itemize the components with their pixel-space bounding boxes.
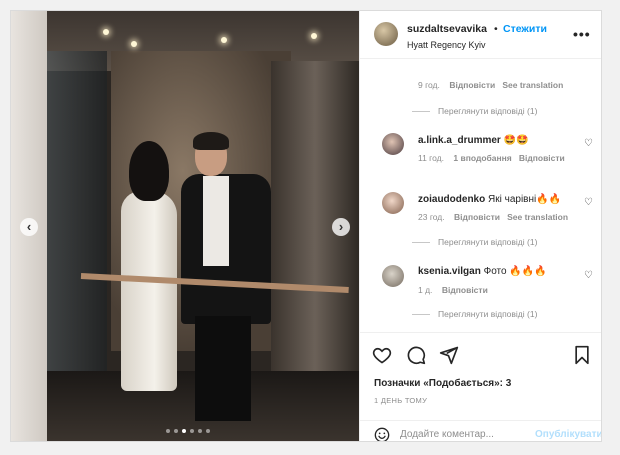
man-hair — [193, 132, 229, 150]
woman-dress — [121, 191, 177, 391]
view-replies-button[interactable]: Переглянути відповіді (1) — [412, 309, 537, 319]
post-photo[interactable]: ‹ › — [11, 11, 359, 441]
reply-button[interactable]: Відповісти — [519, 153, 565, 163]
reply-button[interactable]: Відповісти — [449, 80, 495, 90]
avatar[interactable] — [374, 22, 398, 46]
reply-button[interactable]: Відповісти — [454, 212, 500, 222]
comment-username[interactable]: a.link.a_drummer — [418, 135, 501, 146]
view-replies-label: Переглянути відповіді (1) — [438, 237, 538, 247]
comment-icon[interactable] — [406, 345, 426, 365]
reply-button[interactable]: Відповісти — [442, 285, 488, 295]
ceiling-light — [103, 29, 109, 35]
comment-meta: 23 год. Відповісти See translation — [418, 212, 568, 222]
man-shirt — [203, 176, 229, 266]
carousel-dot-active — [182, 429, 186, 433]
ceiling-light — [221, 37, 227, 43]
post-modal: ‹ › suzdaltsevavika • Стежити Hyatt Rege… — [10, 10, 602, 442]
carousel-dot — [198, 429, 202, 433]
woman-hair — [129, 141, 169, 201]
view-replies-label: Переглянути відповіді (1) — [438, 106, 538, 116]
avatar[interactable] — [382, 265, 404, 287]
likes-count[interactable]: Позначки «Подобається»: 3 — [374, 378, 511, 389]
post-sidebar: suzdaltsevavika • Стежити Hyatt Regency … — [359, 11, 601, 442]
comment-meta: 1 д. Відповісти — [418, 285, 488, 295]
comment-time: 23 год. — [418, 212, 445, 222]
paper-plane-icon[interactable] — [439, 345, 459, 365]
heart-icon[interactable] — [372, 345, 392, 365]
comment-time: 9 год. — [418, 80, 440, 90]
heart-icon[interactable]: ♡ — [584, 197, 593, 208]
comments-list[interactable]: 9 год. Відповісти See translation Перегл… — [360, 60, 601, 332]
comment-meta: 11 год. 1 вподобання Відповісти — [418, 153, 565, 163]
comment-username[interactable]: zoiaudodenko — [418, 194, 485, 205]
comment-body: Фото 🔥🔥🔥 — [483, 266, 547, 277]
comment-likes[interactable]: 1 вподобання — [453, 153, 511, 163]
add-comment-bar: Опублікувати — [360, 420, 601, 442]
carousel-dot — [206, 429, 210, 433]
heart-icon[interactable]: ♡ — [584, 270, 593, 281]
post-header: suzdaltsevavika • Стежити Hyatt Regency … — [360, 11, 601, 59]
view-replies-button[interactable]: Переглянути відповіді (1) — [412, 237, 537, 247]
more-horizontal-icon[interactable]: ••• — [573, 26, 591, 42]
replies-line — [412, 313, 430, 315]
carousel-dot — [190, 429, 194, 433]
comment-text: zoiaudodenko Які чарівні🔥🔥 — [418, 194, 561, 205]
post-actions: Позначки «Подобається»: 3 1 ДЕНЬ ТОМУ Оп… — [360, 332, 601, 442]
comment-body: Які чарівні🔥🔥 — [488, 194, 562, 205]
chevron-right-icon[interactable]: › — [332, 218, 350, 236]
post-username[interactable]: suzdaltsevavika — [407, 23, 487, 35]
comment-text: ksenia.vilgan Фото 🔥🔥🔥 — [418, 266, 547, 277]
heart-icon[interactable]: ♡ — [584, 138, 593, 149]
replies-line — [412, 241, 430, 243]
follow-button[interactable]: Стежити — [503, 23, 547, 35]
replies-line — [412, 110, 430, 112]
comment-input[interactable] — [400, 429, 520, 440]
view-replies-label: Переглянути відповіді (1) — [438, 309, 538, 319]
comment-meta: 9 год. Відповісти See translation — [418, 80, 563, 90]
publish-button[interactable]: Опублікувати — [535, 429, 601, 440]
comment-username[interactable]: ksenia.vilgan — [418, 266, 481, 277]
ceiling-light — [131, 41, 137, 47]
comment-time: 1 д. — [418, 285, 433, 295]
comment-text: a.link.a_drummer 🤩🤩 — [418, 135, 529, 146]
see-translation-link[interactable]: See translation — [502, 80, 563, 90]
photo-glass — [47, 51, 107, 421]
carousel-dot — [174, 429, 178, 433]
comment-body: 🤩🤩 — [503, 135, 529, 146]
comment-time: 11 год. — [418, 153, 444, 163]
chevron-left-icon[interactable]: ‹ — [20, 218, 38, 236]
man-pants — [195, 316, 251, 421]
separator-dot: • — [494, 23, 498, 35]
avatar[interactable] — [382, 133, 404, 155]
avatar[interactable] — [382, 192, 404, 214]
post-date[interactable]: 1 ДЕНЬ ТОМУ — [374, 396, 427, 405]
post-location[interactable]: Hyatt Regency Kyiv — [407, 40, 486, 50]
carousel-indicator — [166, 429, 210, 433]
carousel-dot — [166, 429, 170, 433]
smiley-icon[interactable] — [374, 427, 390, 442]
ceiling-light — [311, 33, 317, 39]
bookmark-icon[interactable] — [572, 345, 592, 365]
view-replies-button[interactable]: Переглянути відповіді (1) — [412, 106, 537, 116]
see-translation-link[interactable]: See translation — [507, 212, 568, 222]
